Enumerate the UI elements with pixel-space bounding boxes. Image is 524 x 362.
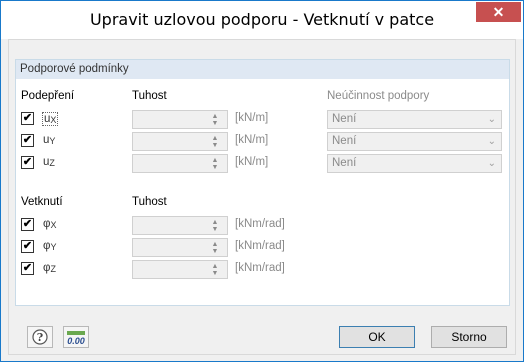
support-header: Podepření xyxy=(21,90,75,102)
chevron-down-icon: ⌄ xyxy=(487,158,496,169)
symbol-phiz: φZ xyxy=(43,262,56,274)
symbol-phiy: φY xyxy=(43,240,56,252)
symbol-phiz-sub: Z xyxy=(50,264,56,274)
stiffness-uy-input[interactable]: ▲ ▼ xyxy=(132,132,228,151)
symbol-phix-sub: X xyxy=(50,220,57,230)
checkbox-phiz[interactable]: ✔ xyxy=(21,262,34,275)
unit-phiy: [kNm/rad] xyxy=(235,240,285,252)
checkbox-ux[interactable]: ✔ xyxy=(21,112,34,125)
ineffectiveness-ux-value: Není xyxy=(332,113,357,125)
support-conditions-group: Podporové podmínky Podepření Tuhost Neúč… xyxy=(15,59,510,306)
checkbox-phix[interactable]: ✔ xyxy=(21,218,34,231)
spinner-arrows-icon[interactable]: ▲ ▼ xyxy=(209,113,221,127)
ineffectiveness-ux-select[interactable]: Není ⌄ xyxy=(327,110,502,129)
stiffness-phiy-input[interactable]: ▲ ▼ xyxy=(132,238,228,257)
symbol-phiy-sub: Y xyxy=(50,242,57,252)
decimal-places-icon: 0.00 xyxy=(67,331,85,346)
help-button[interactable]: ? xyxy=(27,326,53,348)
unit-phix: [kNm/rad] xyxy=(235,218,285,230)
symbol-phix: φX xyxy=(43,218,56,230)
ineffectiveness-uz-select[interactable]: Není ⌄ xyxy=(327,154,502,173)
checkbox-uy[interactable]: ✔ xyxy=(21,134,34,147)
chevron-down-icon: ⌄ xyxy=(487,136,496,147)
ineffectiveness-uz-value: Není xyxy=(332,157,357,169)
spinner-arrows-icon[interactable]: ▲ ▼ xyxy=(209,157,221,171)
stiffness-ux-input[interactable]: ▲ ▼ xyxy=(132,110,228,129)
ineffectiveness-uy-value: Není xyxy=(332,135,357,147)
symbol-ux: uX xyxy=(42,112,59,126)
ineffectiveness-uy-select[interactable]: Není ⌄ xyxy=(327,132,502,151)
units-button[interactable]: 0.00 xyxy=(63,326,89,348)
unit-uy: [kN/m] xyxy=(235,134,269,146)
symbol-uy-sub: Y xyxy=(49,136,56,146)
symbol-uy: uY xyxy=(43,134,55,146)
symbol-ux-sub: X xyxy=(50,115,57,125)
window-title: Upravit uzlovou podporu - Vetknutí v pat… xyxy=(89,10,435,29)
spinner-arrows-icon[interactable]: ▲ ▼ xyxy=(209,241,221,255)
restraint-header: Vetknutí xyxy=(21,196,63,208)
restraint-stiffness-header: Tuhost xyxy=(132,196,167,208)
svg-text:0.00: 0.00 xyxy=(67,336,85,346)
ok-button[interactable]: OK xyxy=(339,326,415,348)
support-stiffness-header: Tuhost xyxy=(132,90,167,102)
ineffectiveness-header: Neúčinnost podpory xyxy=(327,90,430,102)
spinner-arrows-icon[interactable]: ▲ ▼ xyxy=(209,135,221,149)
group-title: Podporové podmínky xyxy=(16,60,509,79)
unit-ux: [kN/m] xyxy=(235,112,269,124)
close-button[interactable]: ✕ xyxy=(476,2,521,22)
spinner-arrows-icon[interactable]: ▲ ▼ xyxy=(209,219,221,233)
svg-text:?: ? xyxy=(37,331,43,344)
checkbox-phiy[interactable]: ✔ xyxy=(21,240,34,253)
spinner-arrows-icon[interactable]: ▲ ▼ xyxy=(209,263,221,277)
symbol-uz-sub: Z xyxy=(49,158,55,168)
chevron-down-icon: ⌄ xyxy=(487,114,496,125)
symbol-uz: uZ xyxy=(43,156,55,168)
title-bar: Upravit uzlovou podporu - Vetknutí v pat… xyxy=(1,1,523,39)
cancel-button[interactable]: Storno xyxy=(431,326,507,348)
help-icon: ? xyxy=(32,329,48,345)
stiffness-phiz-input[interactable]: ▲ ▼ xyxy=(132,260,228,279)
unit-phiz: [kNm/rad] xyxy=(235,262,285,274)
dialog-window: Upravit uzlovou podporu - Vetknutí v pat… xyxy=(0,0,524,362)
stiffness-phix-input[interactable]: ▲ ▼ xyxy=(132,216,228,235)
stiffness-uz-input[interactable]: ▲ ▼ xyxy=(132,154,228,173)
unit-uz: [kN/m] xyxy=(235,156,269,168)
checkbox-uz[interactable]: ✔ xyxy=(21,156,34,169)
